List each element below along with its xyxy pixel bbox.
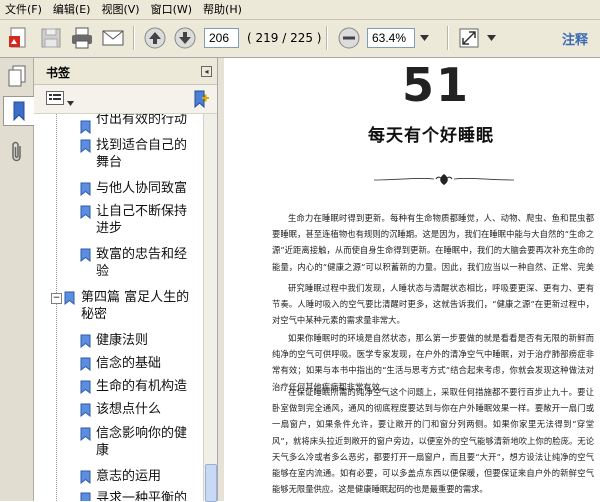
bookmark-icon xyxy=(80,380,91,394)
paragraph: 在保证睡眠所需的纯净空气这个问题上，采取任何措施都不要行百步止九十。要让卧室做到… xyxy=(272,387,594,495)
comment-button[interactable]: 注释 xyxy=(562,29,588,48)
save-icon[interactable] xyxy=(38,25,64,51)
bookmark-icon xyxy=(80,205,91,219)
options-icon[interactable] xyxy=(46,91,64,105)
menu-view[interactable]: 视图(V) xyxy=(96,0,145,19)
next-page-icon[interactable] xyxy=(172,25,198,51)
bookmark-item[interactable]: 让自己不断保持进步 xyxy=(34,203,204,239)
zoom-input[interactable] xyxy=(367,28,415,48)
menu-file[interactable]: 文件(F) xyxy=(0,0,48,19)
bookmark-item[interactable]: 健康法则 xyxy=(34,332,204,349)
previous-page-icon[interactable] xyxy=(142,25,168,51)
panel-title: 书签 xyxy=(46,66,71,80)
bookmark-icon xyxy=(80,427,91,441)
document-view: 51 每天有个好睡眠 生命力在睡眠时得到更新。每种有生命物质都睡觉，人、动物、爬… xyxy=(224,58,600,501)
panel-tools xyxy=(34,85,217,114)
fit-page-icon[interactable] xyxy=(456,25,482,51)
bookmark-item[interactable]: 生命的有机构造 xyxy=(34,378,204,395)
fit-dropdown-icon[interactable] xyxy=(484,25,498,51)
menu-help[interactable]: 帮助(H) xyxy=(198,0,248,19)
navigation-strip xyxy=(0,58,34,501)
bookmark-item[interactable]: 与他人协同致富 xyxy=(34,180,204,197)
chapter-number: 51 xyxy=(402,58,471,112)
bookmark-icon xyxy=(80,334,91,348)
bookmark-item[interactable]: 该想点什么 xyxy=(34,401,204,418)
bookmark-icon xyxy=(80,470,91,484)
ornament-divider xyxy=(374,174,514,185)
chapter-title: 每天有个好睡眠 xyxy=(368,126,494,146)
create-pdf-icon[interactable] xyxy=(6,25,32,51)
bookmark-icon xyxy=(80,139,91,153)
email-icon[interactable] xyxy=(100,25,126,51)
page-number-input[interactable] xyxy=(204,28,239,48)
menu-edit[interactable]: 编辑(E) xyxy=(48,0,97,19)
panel-header: 书签 ◂ xyxy=(34,58,217,85)
bookmark-icon xyxy=(64,291,75,305)
collapse-icon[interactable]: − xyxy=(51,293,62,304)
panel-close-icon[interactable]: ◂ xyxy=(201,66,212,77)
bookmark-item[interactable]: 寻求一种平衡的身心健康 xyxy=(34,490,204,501)
zoom-dropdown-icon[interactable] xyxy=(417,25,431,51)
bookmark-icon xyxy=(80,357,91,371)
bookmark-icon xyxy=(80,120,91,134)
bookmark-item[interactable]: 付出有效的行动 xyxy=(34,114,204,135)
attachments-icon[interactable] xyxy=(4,138,29,166)
bookmark-item[interactable]: 意志的运用 xyxy=(34,468,204,485)
print-icon[interactable] xyxy=(69,25,95,51)
bookmark-folder[interactable]: − 第四篇 富足人生的秘密 xyxy=(34,289,204,325)
paragraph: 生命力在睡眠时得到更新。每种有生命物质都睡觉，人、动物、爬虫、鱼和昆虫都要睡眠，… xyxy=(272,213,594,272)
bookmark-scrollbar[interactable] xyxy=(203,114,218,502)
options-dropdown-icon[interactable] xyxy=(67,95,74,109)
menu-bar: 文件(F) 编辑(E) 视图(V) 窗口(W) 帮助(H) xyxy=(0,0,600,20)
toolbar: ( 219 / 225 ) 注释 xyxy=(0,20,600,58)
bookmark-item[interactable]: 信念影响你的健康 xyxy=(34,425,204,461)
menu-window[interactable]: 窗口(W) xyxy=(146,0,198,19)
page-count: ( 219 / 225 ) xyxy=(247,31,322,45)
bookmark-icon xyxy=(80,492,91,501)
bookmarks-panel: 书签 ◂ 付出有效的行动 找到适合自己的舞台 与他人协同致富 让自己不断保持进步… xyxy=(34,58,218,502)
paragraph: 研究睡眠过程中我们发现，人睡状态与清醒状态相比，呼吸要更深、更有力、更有节奏。人… xyxy=(272,283,594,326)
bookmark-item[interactable]: 致富的忠告和经验 xyxy=(34,246,204,282)
bookmarks-icon[interactable] xyxy=(3,96,34,126)
bookmark-item[interactable]: 信念的基础 xyxy=(34,355,204,372)
bookmark-tree: 付出有效的行动 找到适合自己的舞台 与他人协同致富 让自己不断保持进步 致富的忠… xyxy=(34,114,204,501)
pages-icon[interactable] xyxy=(4,62,29,90)
scrollbar-thumb[interactable] xyxy=(205,464,217,502)
bookmark-item[interactable]: 找到适合自己的舞台 xyxy=(34,137,204,173)
bookmark-icon xyxy=(80,248,91,262)
bookmark-icon xyxy=(80,182,91,196)
bookmark-icon xyxy=(80,403,91,417)
new-bookmark-icon[interactable] xyxy=(192,89,210,109)
zoom-out-icon[interactable] xyxy=(336,25,362,51)
